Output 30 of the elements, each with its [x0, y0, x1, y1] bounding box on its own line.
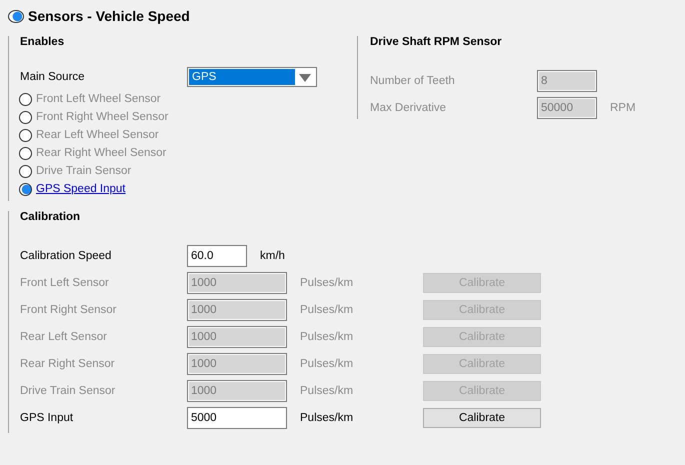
- section-title: Enables: [20, 36, 66, 50]
- field-label: Calibration Speed: [20, 250, 112, 262]
- caret-icon: [299, 74, 311, 82]
- field-label: Main Source: [20, 71, 86, 83]
- unit-label: RPM: [610, 102, 636, 114]
- unit-label: Pulses/km: [300, 358, 354, 370]
- unit-label: Pulses/km: [300, 330, 354, 342]
- input-field[interactable]: 5000: [187, 406, 287, 428]
- section-title: Drive Shaft RPM Sensor: [370, 36, 503, 50]
- field-label: Drive Train Sensor: [20, 384, 116, 396]
- field-label: GPS Input: [20, 412, 74, 424]
- page-title: Sensors - Vehicle Speed: [28, 8, 190, 24]
- source-dropdown[interactable]: GPS: [187, 67, 317, 87]
- unit-label: Pulses/km: [300, 276, 354, 288]
- calibrate-button[interactable]: Calibrate: [423, 408, 541, 428]
- section-title: Calibration: [20, 211, 82, 225]
- field-label: Rear Left Sensor: [20, 330, 108, 342]
- field-label: Front Right Sensor: [20, 304, 118, 316]
- unit-label: Pulses/km: [300, 304, 354, 316]
- field-label: Max Derivative: [370, 102, 448, 114]
- radio-button[interactable]: [19, 182, 32, 196]
- toggle-radio[interactable]: [8, 10, 24, 22]
- field-label: Number of Teeth: [370, 74, 456, 86]
- radio-label[interactable]: GPS Speed Input: [36, 183, 126, 195]
- unit-label: Pulses/km: [300, 384, 354, 396]
- field-label: Rear Right Sensor: [20, 358, 116, 370]
- input-field[interactable]: 60.0: [187, 244, 247, 266]
- field-label: Front Left Sensor: [20, 276, 110, 288]
- unit-label: Pulses/km: [300, 412, 354, 424]
- unit-label: km/h: [260, 250, 285, 262]
